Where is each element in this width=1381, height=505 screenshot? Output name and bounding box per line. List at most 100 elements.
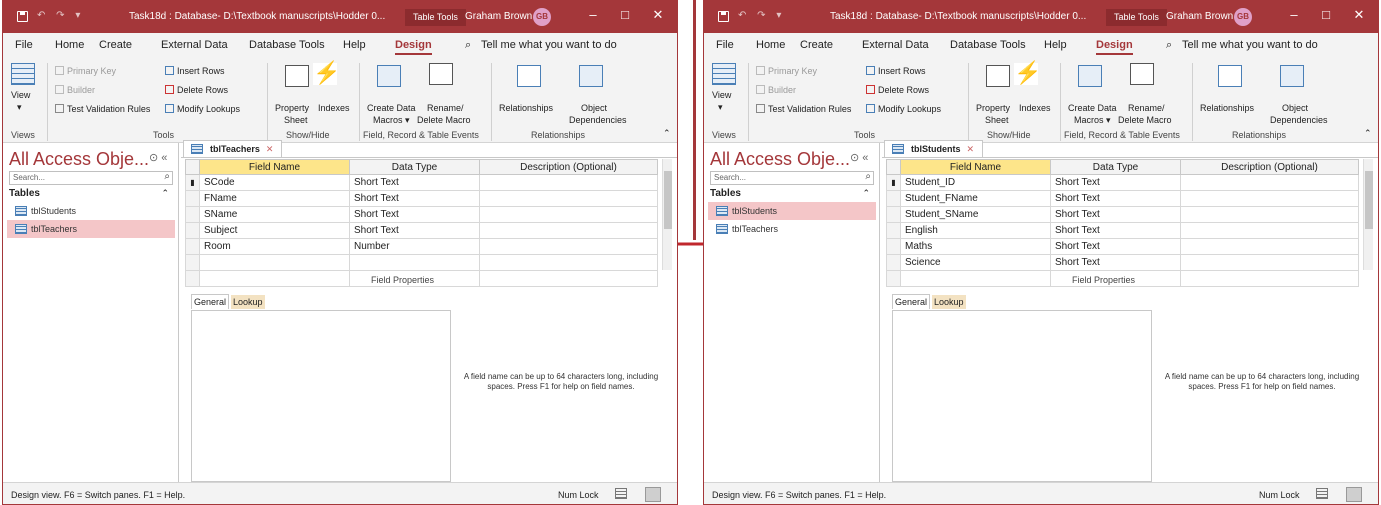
maximize-icon[interactable]: □: [615, 7, 635, 22]
primary-key-button[interactable]: Primary Key: [55, 65, 116, 77]
create-data-macros-label[interactable]: Macros ▾: [373, 114, 410, 126]
description-cell[interactable]: [479, 238, 658, 255]
menu-external-data[interactable]: External Data: [862, 39, 929, 51]
save-icon[interactable]: [718, 11, 729, 22]
field-name-cell[interactable]: Maths: [900, 238, 1051, 255]
row-selector[interactable]: ▮: [886, 174, 901, 191]
test-validation-button[interactable]: Test Validation Rules: [55, 103, 150, 115]
table-row[interactable]: Subject Short Text: [185, 222, 658, 239]
indexes-icon[interactable]: ⚡: [1014, 62, 1041, 85]
description-cell[interactable]: [479, 190, 658, 207]
description-cell[interactable]: [1180, 270, 1359, 287]
data-type-cell[interactable]: Short Text: [1050, 222, 1181, 239]
user-name[interactable]: Graham Brown: [1166, 11, 1233, 22]
nav-section-tables[interactable]: Tables ⌃: [710, 188, 874, 199]
relationships-icon[interactable]: [1218, 65, 1242, 87]
menu-create[interactable]: Create: [800, 39, 833, 51]
table-row[interactable]: Student_SName Short Text: [886, 206, 1359, 223]
vertical-scrollbar[interactable]: [662, 159, 672, 270]
avatar[interactable]: GB: [533, 8, 551, 26]
field-name-cell[interactable]: [199, 270, 350, 287]
table-row[interactable]: FName Short Text: [185, 190, 658, 207]
menu-create[interactable]: Create: [99, 39, 132, 51]
field-name-cell[interactable]: SCode: [199, 174, 350, 191]
minimize-icon[interactable]: –: [1284, 7, 1304, 22]
tab-general[interactable]: General: [892, 294, 931, 309]
row-selector[interactable]: [185, 270, 200, 287]
menu-design[interactable]: Design: [395, 39, 432, 55]
collapse-ribbon-icon[interactable]: ⌃: [1364, 127, 1372, 139]
row-selector[interactable]: [185, 238, 200, 255]
row-selector[interactable]: [886, 190, 901, 207]
row-selector[interactable]: [185, 254, 200, 271]
primary-key-button[interactable]: Primary Key: [756, 65, 817, 77]
collapse-ribbon-icon[interactable]: ⌃: [663, 127, 671, 139]
chevron-up-icon[interactable]: ⌃: [862, 188, 870, 199]
nav-menu-icon[interactable]: ⊙: [149, 152, 158, 164]
nav-item-tblteachers[interactable]: tblTeachers: [7, 220, 175, 238]
menu-design[interactable]: Design: [1096, 39, 1133, 55]
table-row[interactable]: Student_FName Short Text: [886, 190, 1359, 207]
view-dropdown-icon[interactable]: ▾: [17, 101, 22, 113]
field-name-cell[interactable]: Student_ID: [900, 174, 1051, 191]
description-cell[interactable]: [479, 254, 658, 271]
modify-lookups-button[interactable]: Modify Lookups: [866, 103, 941, 115]
close-icon[interactable]: ✕: [648, 7, 668, 23]
nav-menu-icon[interactable]: ⊙: [850, 152, 859, 164]
data-type-cell[interactable]: Short Text: [1050, 254, 1181, 271]
chevron-up-icon[interactable]: ⌃: [161, 188, 169, 199]
nav-search-input[interactable]: Search... ⌕: [710, 171, 874, 185]
property-sheet-button[interactable]: Property: [976, 102, 1010, 114]
minimize-icon[interactable]: –: [583, 7, 603, 22]
shutter-close-icon[interactable]: «: [161, 152, 167, 164]
create-data-macros-icon[interactable]: [377, 65, 401, 87]
create-data-macros-label[interactable]: Macros ▾: [1074, 114, 1111, 126]
nav-pane-controls[interactable]: ⊙ «: [149, 151, 167, 164]
tab-lookup[interactable]: Lookup: [231, 295, 265, 309]
modify-lookups-button[interactable]: Modify Lookups: [165, 103, 240, 115]
rename-delete-macro-button[interactable]: Rename/: [427, 102, 464, 114]
relationships-icon[interactable]: [517, 65, 541, 87]
field-properties-box[interactable]: [191, 310, 451, 482]
delete-rows-button[interactable]: Delete Rows: [866, 84, 929, 96]
row-selector[interactable]: [185, 206, 200, 223]
row-selector[interactable]: [185, 190, 200, 207]
delete-rows-button[interactable]: Delete Rows: [165, 84, 228, 96]
row-selector[interactable]: [886, 254, 901, 271]
row-selector[interactable]: [185, 222, 200, 239]
save-icon[interactable]: [17, 11, 28, 22]
field-name-cell[interactable]: Room: [199, 238, 350, 255]
property-sheet-button[interactable]: Property: [275, 102, 309, 114]
table-row[interactable]: Science Short Text: [886, 254, 1359, 271]
nav-pane-title[interactable]: All Access Obje...: [9, 149, 149, 170]
description-cell[interactable]: [479, 174, 658, 191]
insert-rows-button[interactable]: Insert Rows: [866, 65, 926, 77]
field-name-cell[interactable]: Student_SName: [900, 206, 1051, 223]
description-cell[interactable]: [479, 270, 658, 287]
field-name-cell[interactable]: English: [900, 222, 1051, 239]
avatar[interactable]: GB: [1234, 8, 1252, 26]
object-dependencies-label[interactable]: Dependencies: [1270, 114, 1328, 126]
document-tab[interactable]: tblStudents ✕: [884, 140, 984, 157]
description-cell[interactable]: [1180, 174, 1359, 191]
rename-macro-icon[interactable]: [429, 63, 453, 85]
property-sheet-label[interactable]: Sheet: [284, 114, 308, 126]
data-type-cell[interactable]: [349, 254, 480, 271]
property-sheet-icon[interactable]: [986, 65, 1010, 87]
indexes-icon[interactable]: ⚡: [313, 62, 340, 85]
menu-database-tools[interactable]: Database Tools: [249, 39, 325, 51]
table-row[interactable]: ▮ Student_ID Short Text: [886, 174, 1359, 191]
rename-delete-macro-label[interactable]: Delete Macro: [1118, 114, 1172, 126]
vertical-scrollbar[interactable]: [1363, 159, 1373, 270]
scroll-thumb[interactable]: [1365, 171, 1373, 229]
datasheet-view-icon[interactable]: [1316, 488, 1328, 499]
shutter-close-icon[interactable]: «: [862, 152, 868, 164]
object-dependencies-button[interactable]: Object: [1282, 102, 1308, 114]
property-sheet-icon[interactable]: [285, 65, 309, 87]
row-selector[interactable]: [886, 238, 901, 255]
builder-button[interactable]: Builder: [756, 84, 796, 96]
row-selector[interactable]: [886, 206, 901, 223]
maximize-icon[interactable]: □: [1316, 7, 1336, 22]
close-tab-icon[interactable]: ✕: [967, 144, 975, 154]
indexes-button[interactable]: Indexes: [318, 102, 350, 114]
